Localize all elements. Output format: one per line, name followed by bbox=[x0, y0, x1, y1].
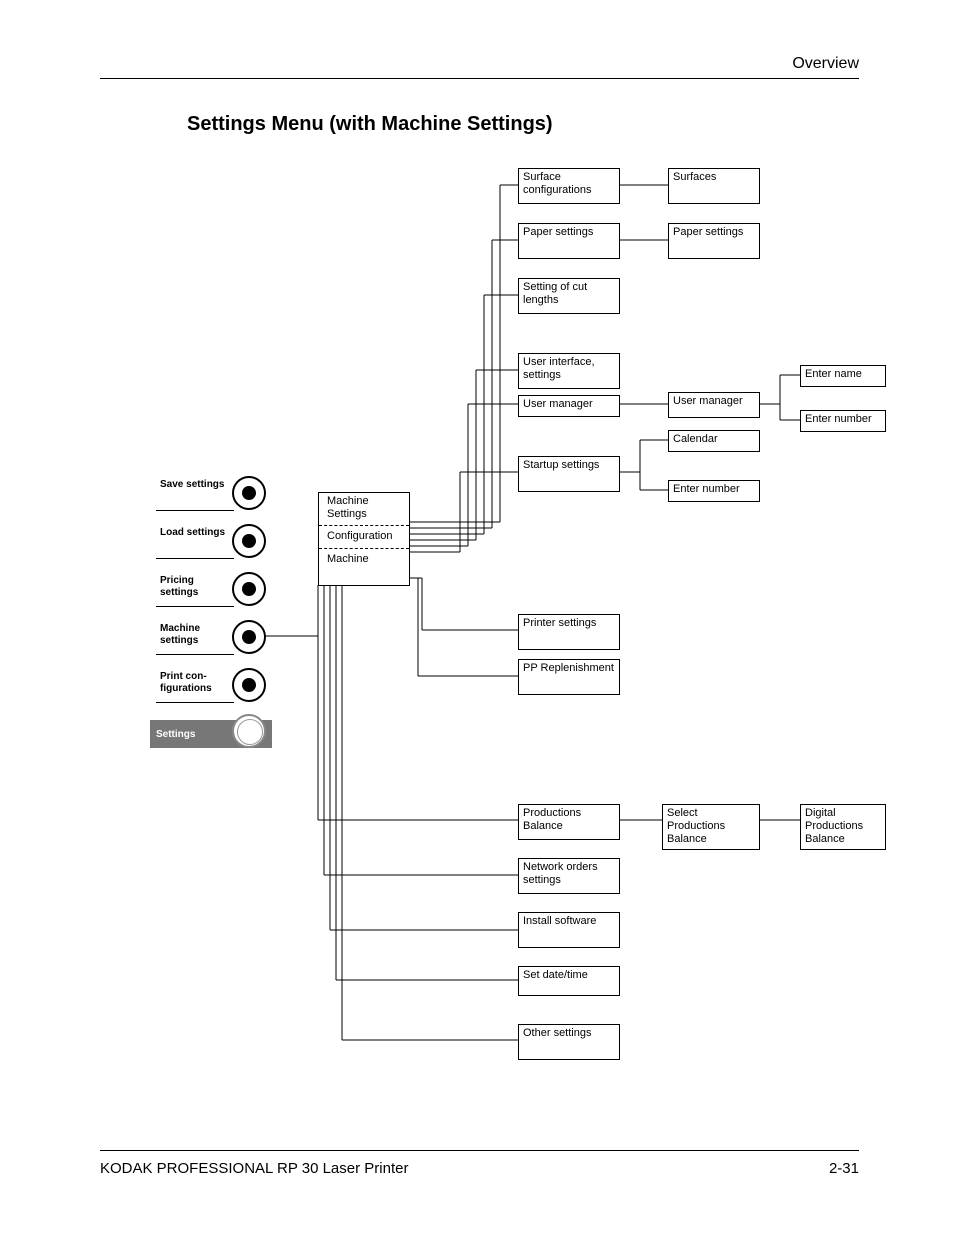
box-other-settings: Other settings bbox=[518, 1024, 620, 1060]
page: Overview Settings Menu (with Machine Set… bbox=[0, 0, 954, 1235]
menu-pricing-settings[interactable]: Pricing settings bbox=[156, 573, 234, 607]
settings-tab-label: Settings bbox=[156, 729, 195, 740]
radio-machine-icon[interactable] bbox=[232, 620, 266, 654]
box-select-prod-balance: Select Productions Balance bbox=[662, 804, 760, 850]
box-surfaces: Surfaces bbox=[668, 168, 760, 204]
box-paper-settings-2: Paper settings bbox=[668, 223, 760, 259]
footer-left: KODAK PROFESSIONAL RP 30 Laser Printer bbox=[100, 1160, 408, 1177]
box-startup-settings: Startup settings bbox=[518, 456, 620, 492]
box-enter-number: Enter number bbox=[668, 480, 760, 502]
page-title: Settings Menu (with Machine Settings) bbox=[187, 113, 553, 136]
box-cut-lengths: Setting of cut lengths bbox=[518, 278, 620, 314]
hub-divider-1 bbox=[319, 525, 409, 526]
radio-print-icon[interactable] bbox=[232, 668, 266, 702]
diagram-connectors bbox=[0, 0, 954, 1235]
menu-save-settings[interactable]: Save settings bbox=[156, 477, 234, 511]
box-enter-number-2: Enter number bbox=[800, 410, 886, 432]
box-install-software: Install software bbox=[518, 912, 620, 948]
box-network-orders: Network orders settings bbox=[518, 858, 620, 894]
footer-right: 2-31 bbox=[829, 1160, 859, 1177]
hub-box: Machine Settings Configuration Machine bbox=[318, 492, 410, 586]
box-ui-settings: User interface, settings bbox=[518, 353, 620, 389]
menu-machine-settings[interactable]: Machine settings bbox=[156, 621, 234, 655]
box-surface-config: Surface configurations bbox=[518, 168, 620, 204]
box-user-manager-2: User manager bbox=[668, 392, 760, 418]
radio-load-icon[interactable] bbox=[232, 524, 266, 558]
box-enter-name: Enter name bbox=[800, 365, 886, 387]
box-paper-settings: Paper settings bbox=[518, 223, 620, 259]
hub-machine: Machine bbox=[319, 551, 409, 569]
box-user-manager: User manager bbox=[518, 395, 620, 417]
box-pp-replenishment: PP Replenishment bbox=[518, 659, 620, 695]
radio-pricing-icon[interactable] bbox=[232, 572, 266, 606]
footer-rule bbox=[100, 1150, 859, 1151]
hub-divider-2 bbox=[319, 548, 409, 549]
hub-configuration: Configuration bbox=[319, 528, 409, 546]
box-printer-settings: Printer settings bbox=[518, 614, 620, 650]
hub-machine-settings: Machine Settings bbox=[319, 493, 409, 523]
header-section: Overview bbox=[100, 55, 859, 73]
box-set-datetime: Set date/time bbox=[518, 966, 620, 996]
menu-print-configurations[interactable]: Print con- figurations bbox=[156, 669, 234, 703]
header-rule bbox=[100, 78, 859, 79]
box-productions-balance: Productions Balance bbox=[518, 804, 620, 840]
radio-save-icon[interactable] bbox=[232, 476, 266, 510]
menu-load-settings[interactable]: Load settings bbox=[156, 525, 234, 559]
box-calendar: Calendar bbox=[668, 430, 760, 452]
radio-settings-icon bbox=[232, 714, 266, 748]
box-digital-prod-balance: Digital Productions Balance bbox=[800, 804, 886, 850]
